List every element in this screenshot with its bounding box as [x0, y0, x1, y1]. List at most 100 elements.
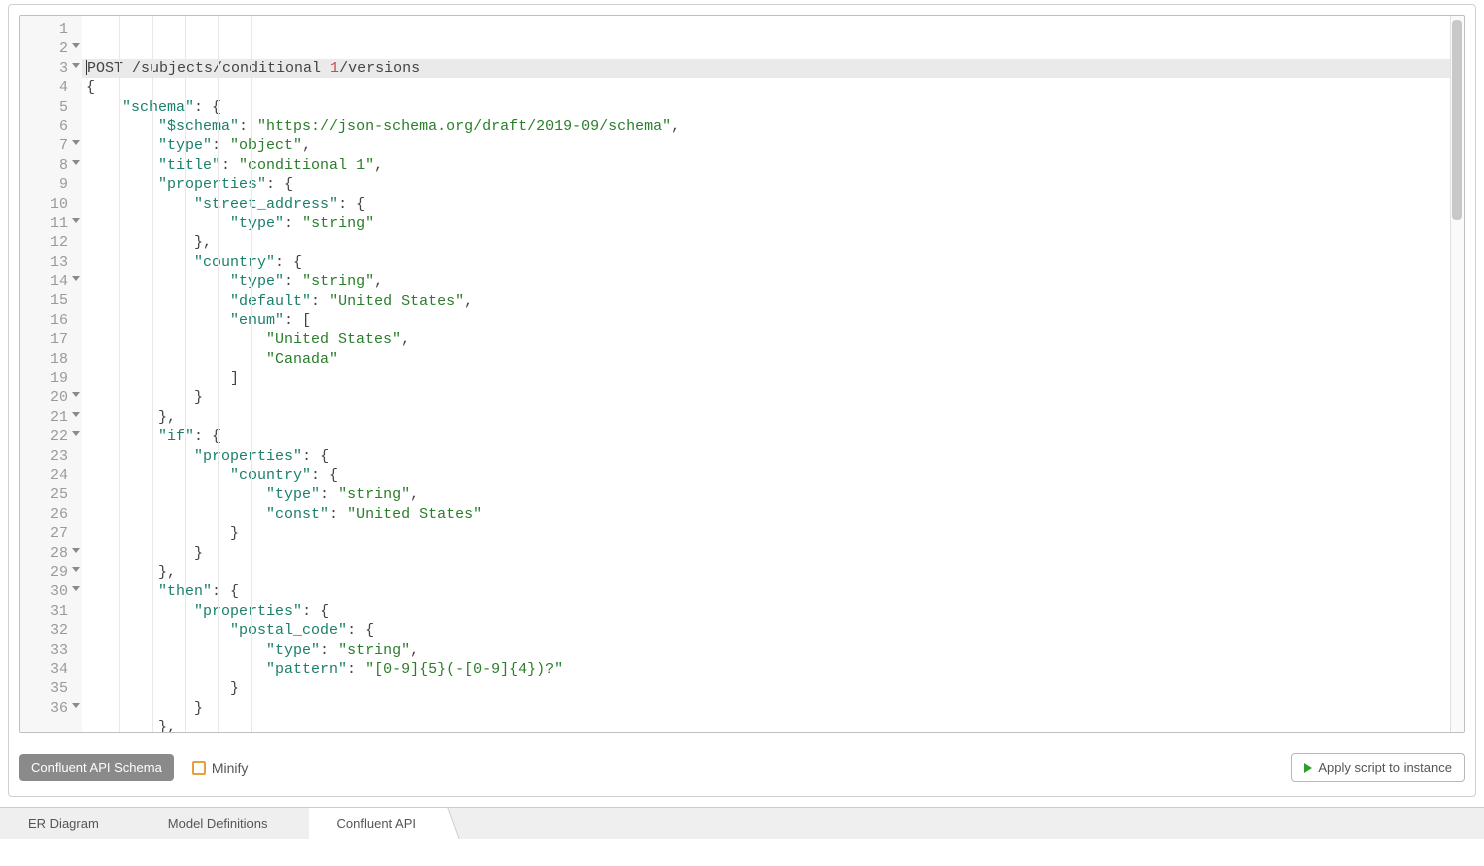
gutter-line-24: 24: [20, 466, 82, 485]
gutter-line-12: 12: [20, 233, 82, 252]
code-line-4[interactable]: "$schema": "https://json-schema.org/draf…: [82, 117, 1464, 136]
code-line-1[interactable]: POST /subjects/conditional 1/versions: [82, 59, 1464, 78]
gutter-line-30: 30: [20, 582, 82, 601]
gutter-line-27: 27: [20, 524, 82, 543]
code-line-20[interactable]: "if": {: [82, 427, 1464, 446]
gutter-line-31: 31: [20, 602, 82, 621]
indent-guide: [152, 16, 153, 732]
gutter-line-26: 26: [20, 505, 82, 524]
code-line-8[interactable]: "street_address": {: [82, 195, 1464, 214]
code-editor[interactable]: 1234567891011121314151617181920212223242…: [19, 15, 1465, 733]
code-line-32[interactable]: "pattern": "[0-9]{5}(-[0-9]{4})?": [82, 660, 1464, 679]
gutter-line-35: 35: [20, 679, 82, 698]
code-line-30[interactable]: "postal_code": {: [82, 621, 1464, 640]
code-line-33[interactable]: }: [82, 679, 1464, 698]
indent-guide: [218, 16, 219, 732]
gutter-line-9: 9: [20, 175, 82, 194]
code-line-13[interactable]: "default": "United States",: [82, 292, 1464, 311]
code-line-6[interactable]: "title": "conditional 1",: [82, 156, 1464, 175]
code-line-3[interactable]: "schema": {: [82, 98, 1464, 117]
gutter-line-11: 11: [20, 214, 82, 233]
fold-toggle-icon[interactable]: [72, 63, 80, 68]
fold-toggle-icon[interactable]: [72, 392, 80, 397]
fold-toggle-icon[interactable]: [72, 586, 80, 591]
gutter-line-4: 4: [20, 78, 82, 97]
gutter-line-14: 14: [20, 272, 82, 291]
indent-guide: [185, 16, 186, 732]
gutter-line-33: 33: [20, 641, 82, 660]
gutter-line-20: 20: [20, 388, 82, 407]
code-line-14[interactable]: "enum": [: [82, 311, 1464, 330]
code-area[interactable]: POST /subjects/conditional 1/versions{ "…: [82, 16, 1464, 732]
fold-toggle-icon[interactable]: [72, 548, 80, 553]
tab-confluent-api[interactable]: Confluent API: [309, 808, 446, 839]
fold-toggle-icon[interactable]: [72, 431, 80, 436]
checkbox-box-icon: [192, 761, 206, 775]
fold-toggle-icon[interactable]: [72, 412, 80, 417]
code-line-19[interactable]: },: [82, 408, 1464, 427]
apply-script-button[interactable]: Apply script to instance: [1291, 753, 1465, 782]
code-line-26[interactable]: }: [82, 544, 1464, 563]
confluent-api-schema-button[interactable]: Confluent API Schema: [19, 754, 174, 781]
code-line-18[interactable]: }: [82, 388, 1464, 407]
code-line-27[interactable]: },: [82, 563, 1464, 582]
main-panel: 1234567891011121314151617181920212223242…: [8, 4, 1476, 797]
code-line-29[interactable]: "properties": {: [82, 602, 1464, 621]
code-line-17[interactable]: ]: [82, 369, 1464, 388]
code-line-7[interactable]: "properties": {: [82, 175, 1464, 194]
line-gutter: 1234567891011121314151617181920212223242…: [20, 16, 82, 732]
code-line-15[interactable]: "United States",: [82, 330, 1464, 349]
gutter-line-34: 34: [20, 660, 82, 679]
indent-guide: [119, 16, 120, 732]
gutter-line-19: 19: [20, 369, 82, 388]
code-line-22[interactable]: "country": {: [82, 466, 1464, 485]
editor-toolbar: Confluent API Schema Minify Apply script…: [19, 753, 1465, 782]
indent-guide: [251, 16, 252, 732]
gutter-line-28: 28: [20, 544, 82, 563]
minify-checkbox[interactable]: Minify: [192, 760, 249, 776]
minify-label: Minify: [212, 760, 249, 776]
fold-toggle-icon[interactable]: [72, 140, 80, 145]
tab-er-diagram[interactable]: ER Diagram: [0, 808, 128, 839]
code-line-31[interactable]: "type": "string",: [82, 641, 1464, 660]
gutter-line-29: 29: [20, 563, 82, 582]
code-line-11[interactable]: "country": {: [82, 253, 1464, 272]
gutter-line-25: 25: [20, 485, 82, 504]
code-line-5[interactable]: "type": "object",: [82, 136, 1464, 155]
gutter-line-7: 7: [20, 136, 82, 155]
code-line-24[interactable]: "const": "United States": [82, 505, 1464, 524]
gutter-line-1: 1: [20, 20, 82, 39]
code-line-12[interactable]: "type": "string",: [82, 272, 1464, 291]
code-line-34[interactable]: }: [82, 699, 1464, 718]
fold-toggle-icon[interactable]: [72, 160, 80, 165]
code-line-23[interactable]: "type": "string",: [82, 485, 1464, 504]
toolbar-left: Confluent API Schema Minify: [19, 754, 248, 781]
gutter-line-6: 6: [20, 117, 82, 136]
scrollbar-thumb[interactable]: [1452, 20, 1462, 220]
tab-model-definitions[interactable]: Model Definitions: [128, 808, 309, 839]
code-line-28[interactable]: "then": {: [82, 582, 1464, 601]
gutter-line-32: 32: [20, 621, 82, 640]
fold-toggle-icon[interactable]: [72, 43, 80, 48]
gutter-line-5: 5: [20, 98, 82, 117]
fold-toggle-icon[interactable]: [72, 218, 80, 223]
code-line-16[interactable]: "Canada": [82, 350, 1464, 369]
fold-toggle-icon[interactable]: [72, 276, 80, 281]
gutter-line-21: 21: [20, 408, 82, 427]
code-line-25[interactable]: }: [82, 524, 1464, 543]
gutter-line-10: 10: [20, 195, 82, 214]
code-line-9[interactable]: "type": "string": [82, 214, 1464, 233]
gutter-line-23: 23: [20, 447, 82, 466]
code-line-21[interactable]: "properties": {: [82, 447, 1464, 466]
fold-toggle-icon[interactable]: [72, 703, 80, 708]
apply-script-label: Apply script to instance: [1318, 760, 1452, 775]
code-line-10[interactable]: },: [82, 233, 1464, 252]
gutter-line-8: 8: [20, 156, 82, 175]
scrollbar-vertical[interactable]: [1450, 16, 1464, 732]
gutter-line-18: 18: [20, 350, 82, 369]
fold-toggle-icon[interactable]: [72, 567, 80, 572]
gutter-line-3: 3: [20, 59, 82, 78]
code-line-2[interactable]: {: [82, 78, 1464, 97]
gutter-line-17: 17: [20, 330, 82, 349]
code-line-35[interactable]: },: [82, 718, 1464, 732]
